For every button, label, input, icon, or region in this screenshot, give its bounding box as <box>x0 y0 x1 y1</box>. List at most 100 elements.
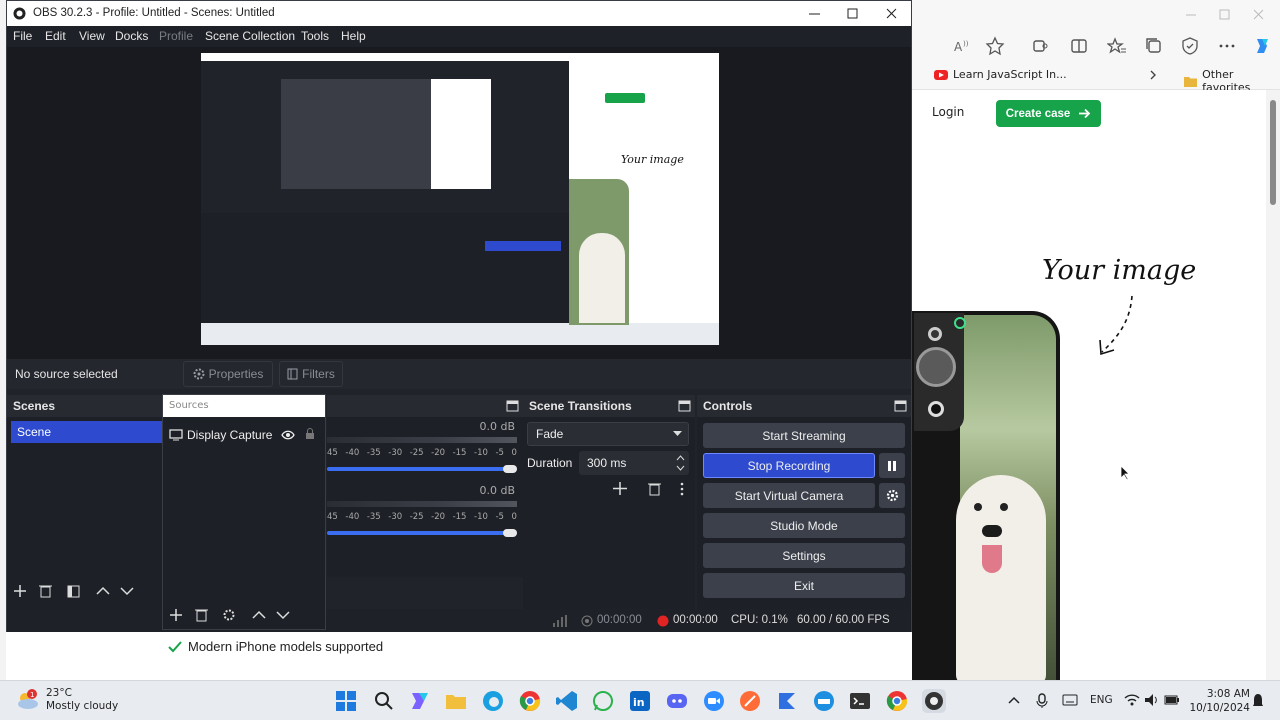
obs-taskbar-icon[interactable] <box>922 689 946 713</box>
your-image-caption: Your image <box>1042 255 1197 286</box>
scenes-list: Scene <box>7 417 167 609</box>
web-page: Login Create case Your image <box>910 90 1280 686</box>
whatsapp-icon[interactable] <box>591 689 615 713</box>
studio-mode-button[interactable]: Studio Mode <box>703 513 905 538</box>
menu-docks[interactable]: Docks <box>115 29 148 43</box>
chevron-up-icon <box>252 610 266 619</box>
meter-tick: -40 <box>345 448 360 458</box>
sources-header: Sources <box>163 395 325 417</box>
start-icon[interactable] <box>334 689 358 713</box>
menu-view[interactable]: View <box>79 29 105 43</box>
volume-slider-1[interactable] <box>327 467 517 471</box>
menu-edit[interactable]: Edit <box>45 29 66 43</box>
system-clock[interactable]: 3:08 AM 10/10/2024 <box>1189 687 1250 715</box>
no-source-label: No source selected <box>15 367 118 381</box>
filters-button[interactable]: Filters <box>279 361 343 387</box>
volume-knob-1[interactable] <box>503 465 517 473</box>
wifi-icon[interactable] <box>1124 693 1140 707</box>
scene-item[interactable]: Scene <box>11 421 163 443</box>
virtual-camera-settings-button[interactable] <box>879 483 905 508</box>
stop-recording-button[interactable]: Stop Recording <box>703 453 875 478</box>
copilot-icon[interactable] <box>408 689 432 713</box>
volume-knob-2[interactable] <box>503 529 517 537</box>
obs-window-controls[interactable] <box>807 7 899 21</box>
start-virtual-camera-button[interactable]: Start Virtual Camera <box>703 483 875 508</box>
chevron-right-icon[interactable] <box>1148 69 1158 81</box>
eye-icon[interactable] <box>281 429 295 441</box>
search-icon[interactable] <box>372 689 396 713</box>
transitions-toolbar <box>613 482 684 496</box>
login-link[interactable]: Login <box>932 105 964 119</box>
settings-button[interactable]: Settings <box>703 543 905 568</box>
cloud-icon: 1 <box>18 689 38 709</box>
properties-button[interactable]: Properties <box>183 361 273 387</box>
zoom-icon[interactable] <box>702 689 726 713</box>
postman-icon[interactable] <box>738 689 762 713</box>
edge-icon[interactable] <box>481 689 505 713</box>
filter-icon <box>287 368 298 380</box>
pause-recording-button[interactable] <box>879 453 905 478</box>
star-icon[interactable] <box>985 36 1005 56</box>
undock-icon[interactable] <box>894 400 907 412</box>
exit-button[interactable]: Exit <box>703 573 905 598</box>
tray-chevron-up-icon[interactable] <box>1008 695 1020 705</box>
meter-tick: -35 <box>366 448 381 458</box>
signal-bars-icon <box>553 615 567 627</box>
svg-text:1: 1 <box>30 691 34 699</box>
audio-mixer-header <box>327 395 523 417</box>
battery-icon[interactable] <box>1164 694 1180 706</box>
split-screen-icon[interactable] <box>1069 36 1089 56</box>
vscode-icon[interactable] <box>555 689 579 713</box>
scenes-header: Scenes <box>7 395 167 417</box>
meter-ticks-2: 45 -40 -35 -30 -25 -20 -15 -10 -5 0 <box>327 512 517 522</box>
undock-icon[interactable] <box>678 400 691 412</box>
gear-icon <box>193 368 205 380</box>
docker-icon[interactable] <box>812 689 836 713</box>
keyboard-icon[interactable] <box>1062 694 1078 706</box>
fps-readout: 60.00 / 60.00 FPS <box>797 614 890 626</box>
menu-file[interactable]: File <box>13 29 32 43</box>
collections-icon[interactable] <box>1144 36 1164 56</box>
transitions-header: Scene Transitions <box>523 395 695 417</box>
menu-help[interactable]: Help <box>341 29 366 43</box>
chrome-profile-icon[interactable] <box>885 689 909 713</box>
discord-icon[interactable] <box>665 689 689 713</box>
more-options-icon[interactable] <box>1217 36 1237 56</box>
language-indicator[interactable]: ENG <box>1090 694 1113 706</box>
start-streaming-button[interactable]: Start Streaming <box>703 423 905 448</box>
app-icon[interactable] <box>775 689 799 713</box>
clock-date: 10/10/2024 <box>1189 702 1250 714</box>
linkedin-icon[interactable]: in <box>628 689 652 713</box>
notification-bell-icon[interactable] <box>1252 693 1264 709</box>
terminal-icon[interactable] <box>848 689 872 713</box>
menu-profile[interactable]: Profile <box>159 29 193 43</box>
obs-logo-icon <box>13 7 26 20</box>
browser-essentials-icon[interactable] <box>1180 36 1200 56</box>
browser-scrollbar[interactable] <box>1266 90 1280 680</box>
favorites-icon[interactable] <box>1107 36 1127 56</box>
source-item-display-capture[interactable]: Display Capture <box>169 425 319 445</box>
favorite-learn-js[interactable]: Learn JavaScript In... <box>934 68 1067 81</box>
lock-icon[interactable] <box>305 428 315 440</box>
microphone-icon[interactable] <box>1036 693 1048 709</box>
menu-tools[interactable]: Tools <box>301 29 329 43</box>
spin-arrows-icon[interactable] <box>676 454 685 472</box>
extensions-icon[interactable] <box>1030 36 1050 56</box>
read-aloud-icon[interactable]: A)) <box>952 36 972 56</box>
undock-icon[interactable] <box>506 400 519 412</box>
file-explorer-icon[interactable] <box>444 689 468 713</box>
transition-select[interactable]: Fade <box>527 422 689 446</box>
duration-spinbox[interactable]: 300 ms <box>579 451 689 475</box>
obs-menubar: File Edit View Docks Profile Scene Colle… <box>7 26 911 47</box>
chrome-icon[interactable] <box>518 689 542 713</box>
volume-icon[interactable] <box>1144 693 1160 707</box>
copilot-icon[interactable] <box>1252 36 1272 56</box>
preview-canvas[interactable]: Your image <box>7 47 911 359</box>
volume-slider-2[interactable] <box>327 531 517 535</box>
create-case-button[interactable]: Create case <box>996 100 1101 127</box>
windows-taskbar: 1 23°C Mostly cloudy in ENG 3:08 AM 10/1… <box>0 680 1280 720</box>
browser-window: A)) Learn JavaScript In... Other favorit… <box>910 0 1280 686</box>
weather-widget[interactable]: 1 23°C Mostly cloudy <box>14 687 118 713</box>
menu-scene-collection[interactable]: Scene Collection <box>205 29 295 43</box>
trash-icon <box>39 585 52 598</box>
